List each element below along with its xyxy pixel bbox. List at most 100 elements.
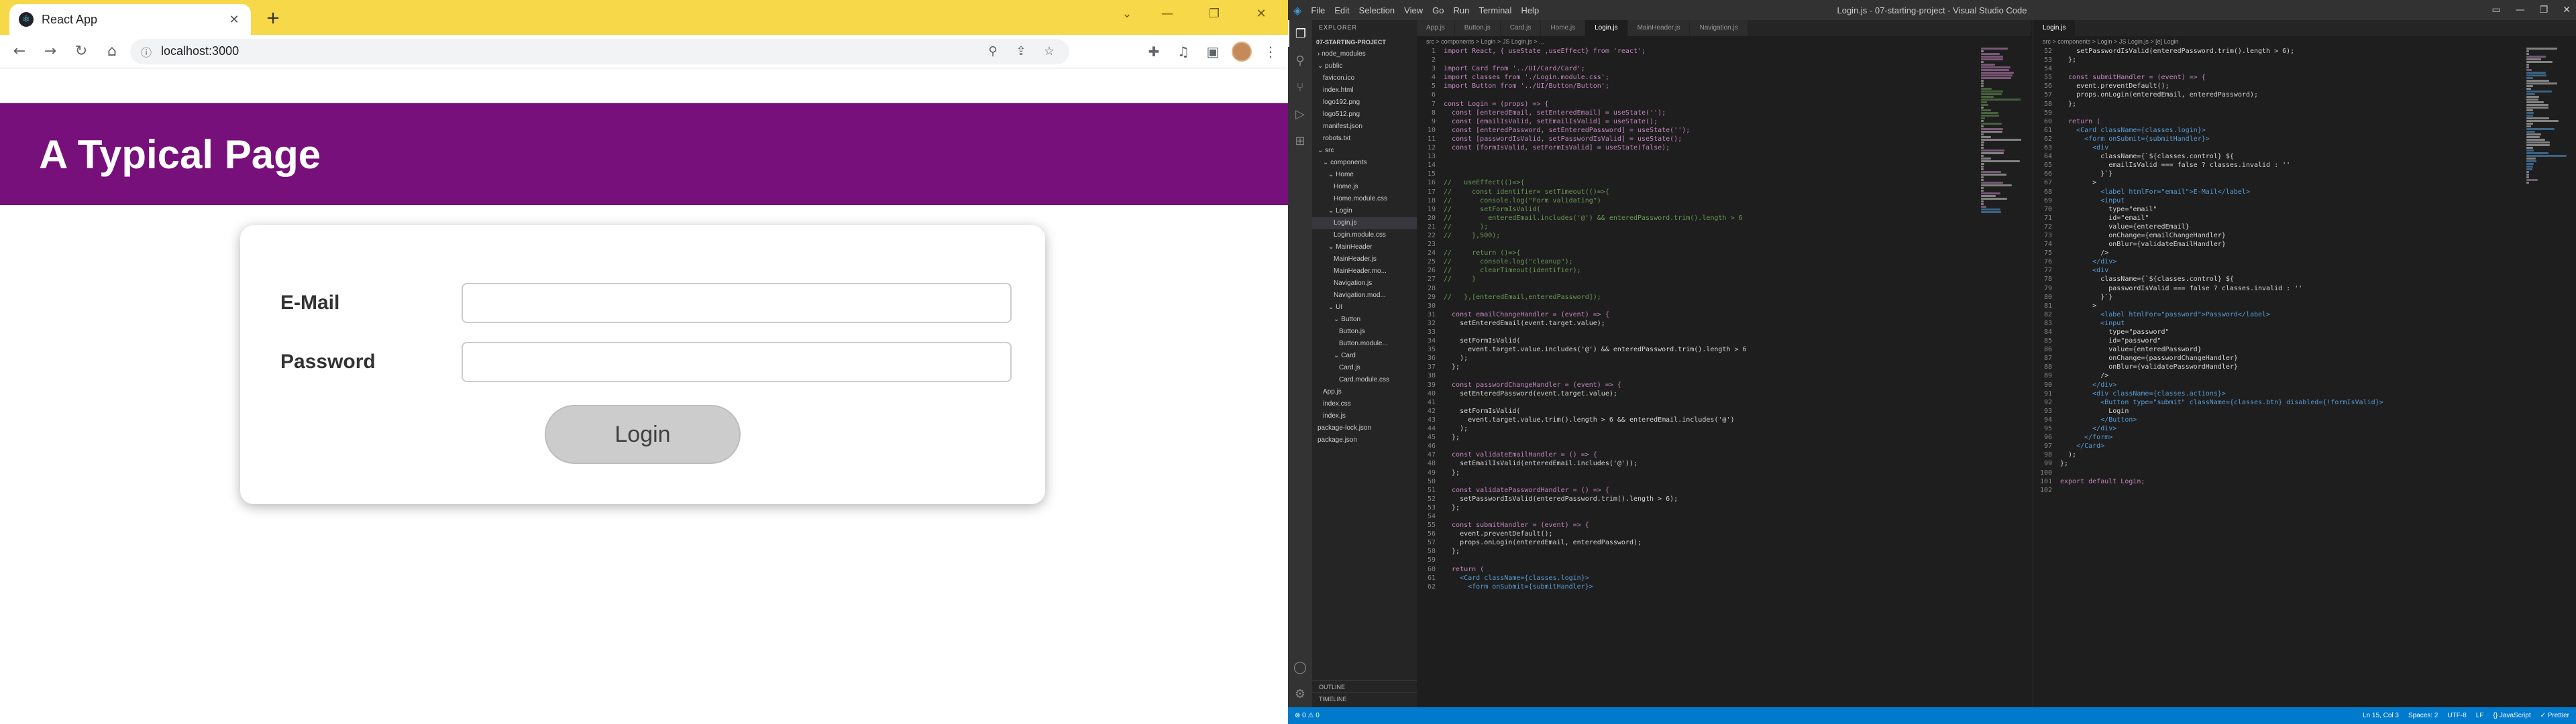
code-area[interactable]: 1 import React, { useState ,useEffect} fr… <box>1417 47 2031 591</box>
zoom-icon[interactable]: ⚲ <box>983 44 1002 58</box>
star-icon[interactable]: ☆ <box>1040 44 1059 58</box>
tree-item[interactable]: logo192.png <box>1312 97 1417 109</box>
line-number: 38 <box>1427 372 1436 380</box>
menu-item-terminal[interactable]: Terminal <box>1479 5 1511 15</box>
tree-item[interactable]: ⌄ UI <box>1312 302 1417 314</box>
tab-login-js[interactable]: Login.js <box>2033 20 2076 36</box>
tab-home-js[interactable]: Home.js <box>1541 20 1586 36</box>
restore-icon[interactable]: ❐ <box>1194 0 1234 27</box>
tree-item[interactable]: Home.module.css <box>1312 193 1417 205</box>
avatar[interactable] <box>1232 41 1252 62</box>
tree-item[interactable]: ⌄ public <box>1312 60 1417 72</box>
tree-item[interactable]: manifest.json <box>1312 121 1417 133</box>
tree-item[interactable]: ⌄ Home <box>1312 169 1417 181</box>
menu-item-file[interactable]: File <box>1311 5 1325 15</box>
kebab-menu-icon[interactable]: ⋮ <box>1260 41 1281 62</box>
tree-item[interactable]: favicon.ico <box>1312 72 1417 84</box>
tree-item[interactable]: Navigation.mod... <box>1312 290 1417 302</box>
back-arrow-icon[interactable]: ← <box>7 39 32 64</box>
tree-item[interactable]: package-lock.json <box>1312 422 1417 434</box>
tree-item[interactable]: ⌄ src <box>1312 145 1417 157</box>
tree-item[interactable]: Login.module.css <box>1312 229 1417 241</box>
tree-item[interactable]: MainHeader.mo... <box>1312 265 1417 278</box>
tab-mainheader-js[interactable]: MainHeader.js <box>1627 20 1690 36</box>
minimize-icon[interactable]: — <box>2516 5 2525 15</box>
tree-item[interactable]: Login.js <box>1312 217 1417 229</box>
restore-icon[interactable]: ❐ <box>2540 5 2548 15</box>
status-item[interactable]: {} JavaScript <box>2493 712 2530 719</box>
project-title[interactable]: 07-STARTING-PROJECT <box>1312 36 1417 48</box>
problems-status[interactable]: ⊗ 0 ⚠ 0 <box>1295 712 1320 719</box>
tree-item[interactable]: ⌄ Button <box>1312 314 1417 326</box>
tree-item[interactable]: ⌄ MainHeader <box>1312 241 1417 253</box>
tree-item[interactable]: Home.js <box>1312 181 1417 193</box>
tree-item[interactable]: package.json <box>1312 434 1417 446</box>
status-item[interactable]: LF <box>2476 712 2484 719</box>
tree-item[interactable]: Navigation.js <box>1312 278 1417 290</box>
side-panel-icon[interactable]: ▣ <box>1202 41 1224 62</box>
tab-app-js[interactable]: App.js <box>1417 20 1455 36</box>
menu-item-help[interactable]: Help <box>1521 5 1539 15</box>
tree-item[interactable]: Button.module... <box>1312 338 1417 350</box>
reload-icon[interactable]: ↻ <box>68 39 94 64</box>
tree-item[interactable]: MainHeader.js <box>1312 253 1417 265</box>
search-icon[interactable]: ⚲ <box>1288 47 1312 74</box>
tree-item[interactable]: ⌄ components <box>1312 157 1417 169</box>
account-icon[interactable]: ◯ <box>1288 654 1312 680</box>
outline-section[interactable]: OUTLINE <box>1312 680 1417 692</box>
source-control-icon[interactable]: ⑂ <box>1288 74 1312 101</box>
password-field[interactable] <box>462 342 1012 382</box>
gear-icon[interactable]: ⚙ <box>1288 680 1312 707</box>
tab-button-js[interactable]: Button.js <box>1454 20 1501 36</box>
extensions-icon[interactable]: ✚ <box>1143 41 1165 62</box>
share-icon[interactable]: ⇪ <box>1012 44 1030 58</box>
code-area[interactable]: 52 setPasswordIsValid(enteredPassword.tr… <box>2033 47 2576 495</box>
tree-item[interactable]: index.html <box>1312 84 1417 97</box>
tab-card-js[interactable]: Card.js <box>1500 20 1542 36</box>
tree-item[interactable]: App.js <box>1312 386 1417 398</box>
tree-item[interactable]: › node_modules <box>1312 48 1417 60</box>
tree-item[interactable]: index.css <box>1312 398 1417 410</box>
info-icon[interactable]: ⓘ <box>141 44 152 60</box>
tab-navigation-js[interactable]: Navigation.js <box>1690 20 1748 36</box>
tree-item[interactable]: Card.js <box>1312 362 1417 374</box>
tree-item[interactable]: ⌄ Login <box>1312 205 1417 217</box>
forward-arrow-icon[interactable]: → <box>38 39 63 64</box>
menu-item-selection[interactable]: Selection <box>1359 5 1395 15</box>
minimize-icon[interactable]: — <box>1147 0 1187 27</box>
tree-item[interactable]: index.js <box>1312 410 1417 422</box>
browser-tab[interactable]: ⚛ React App ✕ <box>9 4 251 35</box>
status-item[interactable]: UTF-8 <box>2447 712 2466 719</box>
media-icon[interactable]: ♫ <box>1173 41 1194 62</box>
close-icon[interactable]: ✕ <box>227 12 241 27</box>
extensions-icon[interactable]: ⊞ <box>1288 127 1312 154</box>
home-icon[interactable]: ⌂ <box>99 39 125 64</box>
minimap[interactable] <box>2526 47 2567 184</box>
window-close-icon[interactable]: ✕ <box>1241 0 1281 27</box>
menu-item-view[interactable]: View <box>1404 5 1423 15</box>
menu-item-run[interactable]: Run <box>1453 5 1469 15</box>
tree-item[interactable]: robots.txt <box>1312 133 1417 145</box>
plus-icon[interactable]: + <box>263 8 283 28</box>
tab-login-js[interactable]: Login.js <box>1585 20 1628 36</box>
url-text[interactable]: localhost:3000 <box>161 44 974 58</box>
status-item[interactable]: Ln 15, Col 3 <box>2363 712 2399 719</box>
layout-icon[interactable]: ▭ <box>2491 5 2500 15</box>
tree-item[interactable]: Card.module.css <box>1312 374 1417 386</box>
address-bar[interactable]: ⓘ localhost:3000 ⚲ ⇪ ☆ <box>130 38 1069 64</box>
explorer-icon[interactable]: ❐ <box>1288 20 1312 47</box>
minimap[interactable] <box>1981 47 2021 213</box>
window-close-icon[interactable]: ✕ <box>2563 5 2571 15</box>
timeline-section[interactable]: TIMELINE <box>1312 692 1417 705</box>
menu-item-go[interactable]: Go <box>1432 5 1444 15</box>
email-field[interactable] <box>462 283 1012 323</box>
menu-item-edit[interactable]: Edit <box>1334 5 1349 15</box>
tree-item[interactable]: Button.js <box>1312 326 1417 338</box>
tree-item[interactable]: ⌄ Card <box>1312 350 1417 362</box>
run-debug-icon[interactable]: ▷ <box>1288 101 1312 127</box>
chevron-down-icon[interactable]: ⌄ <box>1107 0 1147 27</box>
status-item[interactable]: ✓ Prettier <box>2540 712 2569 719</box>
status-item[interactable]: Spaces: 2 <box>2408 712 2438 719</box>
tree-item[interactable]: logo512.png <box>1312 109 1417 121</box>
login-button[interactable]: Login <box>545 405 741 464</box>
